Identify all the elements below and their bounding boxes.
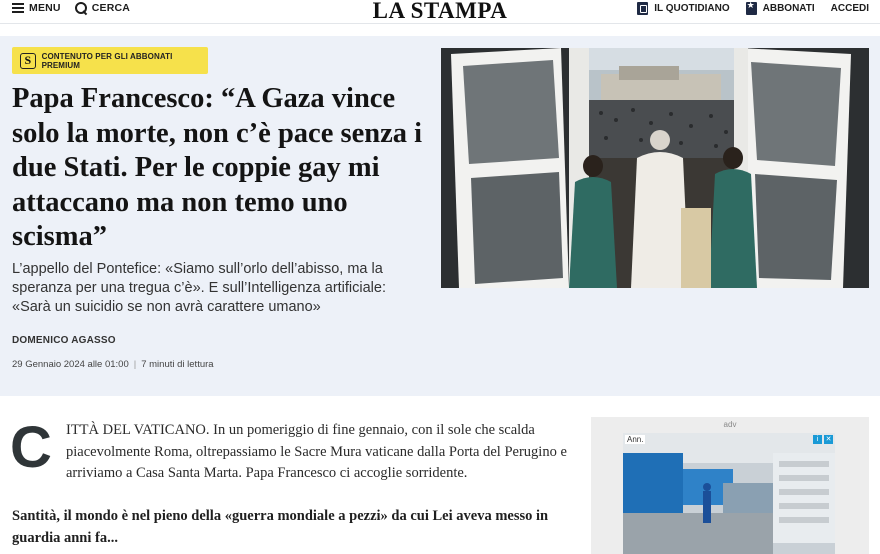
ad-label: adv — [723, 420, 737, 429]
article-lead: ITTÀ DEL VATICANO. In un pomeriggio di f… — [66, 422, 567, 481]
abbonati-link[interactable]: ABBONATI — [745, 1, 815, 15]
quotidiano-label: IL QUOTIDIANO — [654, 3, 730, 14]
article-title: Papa Francesco: “A Gaza vince solo la mo… — [12, 83, 423, 252]
article-meta: 29 Gennaio 2024 alle 01:00 | 7 minuti di… — [12, 359, 214, 370]
header-right-nav: IL QUOTIDIANO ABBONATI ACCEDI — [637, 1, 869, 15]
publish-date: 29 Gennaio 2024 alle 01:00 — [12, 359, 129, 370]
ad-tag: Ann. — [625, 435, 646, 444]
ad-slot: adv Ann. i ✕ — [591, 417, 869, 554]
reading-time: 7 minuti di lettura — [141, 359, 214, 370]
site-header: MENU CERCA LA STAMPA IL QUOTIDIANO ABBON… — [0, 0, 880, 24]
close-icon[interactable]: ✕ — [824, 435, 833, 444]
pope-balcony-image — [441, 48, 869, 288]
newspaper-icon — [637, 2, 649, 15]
subscribe-icon — [745, 1, 757, 15]
author-name[interactable]: DOMENICO AGASSO — [12, 335, 116, 346]
meta-separator: | — [133, 359, 137, 370]
adchoices-icon[interactable]: i — [813, 435, 822, 444]
premium-logo-icon: S — [20, 52, 36, 69]
article-summary: L’appello del Pontefice: «Siamo sull’orl… — [12, 261, 386, 315]
login-link[interactable]: ACCEDI — [831, 3, 869, 14]
abbonati-label: ABBONATI — [762, 3, 815, 14]
quotidiano-link[interactable]: IL QUOTIDIANO — [637, 2, 730, 15]
ad-image — [623, 433, 835, 554]
drop-cap: C — [10, 415, 52, 480]
ad-controls: i ✕ — [813, 435, 833, 444]
premium-badge-text: CONTENUTO PER GLI ABBONATI PREMIUM — [41, 51, 173, 70]
ad-banner[interactable]: Ann. i ✕ — [623, 433, 835, 554]
interview-question: Santità, il mondo è nel pieno della «gue… — [12, 508, 549, 546]
premium-badge: S CONTENUTO PER GLI ABBONATI PREMIUM — [12, 47, 208, 74]
accedi-label: ACCEDI — [830, 3, 869, 14]
article-photo — [441, 48, 869, 288]
article-hero: S CONTENUTO PER GLI ABBONATI PREMIUM Pap… — [0, 36, 880, 396]
